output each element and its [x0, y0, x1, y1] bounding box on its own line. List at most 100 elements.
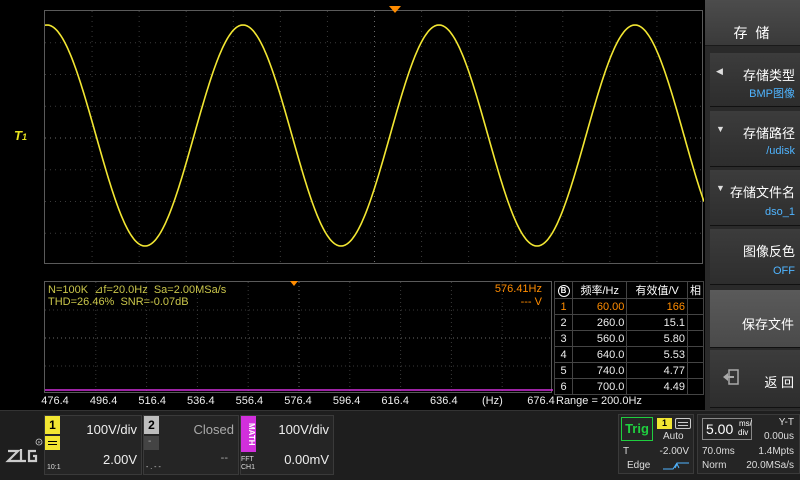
- trigger-level: -2.00V: [659, 446, 689, 457]
- fft-info-line1: N=100K ⊿f=20.0Hz Sa=2.00MSa/s: [48, 284, 227, 296]
- storage-type-value: BMP图像: [749, 88, 795, 100]
- ch1-offset-marker[interactable]: T1: [14, 128, 27, 143]
- harmonic-index: 1: [554, 298, 573, 315]
- ch2-coupling: -: [144, 436, 159, 450]
- file-name-value: dso_1: [765, 206, 795, 218]
- timebase-panel[interactable]: 5.00 ms/ div Y-T 0.00us 70.0ms 1.4Mpts N…: [697, 414, 800, 474]
- trigger-coupling-icon: [675, 418, 691, 429]
- harmonic-row: 6 700.0 4.49: [554, 378, 704, 395]
- fft-axis-tick-label: 596.4: [332, 395, 361, 407]
- harmonic-index: 5: [554, 362, 573, 379]
- timebase-unit-bottom: div: [738, 428, 749, 437]
- ch1-probe: 10:1: [47, 464, 61, 471]
- math-mode: FFT: [241, 456, 254, 463]
- fft-frequency-axis: 476.4 496.4 516.4 536.4 556.4 576.4 596.4 616.4…: [41, 395, 555, 409]
- ch1-number: 1: [45, 416, 60, 434]
- ch2-number: 2: [144, 416, 159, 434]
- harmonic-frequency: 740.0: [571, 362, 628, 379]
- save-file-label: 保存文件: [741, 317, 794, 332]
- save-file-button[interactable]: 保存文件: [710, 290, 800, 348]
- harmonic-row: 3 560.0 5.80: [554, 330, 704, 347]
- menu-item-storage-path[interactable]: ▼ 存储路径 /udisk: [710, 111, 800, 167]
- menu-item-storage-type[interactable]: ◀ 存储类型 BMP图像: [710, 53, 800, 107]
- math-panel[interactable]: MATH FFT CH1 100V/div 0.00mV: [240, 415, 334, 475]
- time-range: 70.0ms: [702, 446, 735, 457]
- sample-rate: 20.0MSa/s: [746, 460, 794, 471]
- menu-title: 存 储: [705, 0, 800, 46]
- harmonic-rms: 166: [626, 298, 688, 315]
- harmonic-frequency: 700.0: [571, 378, 628, 395]
- harmonic-phase: [687, 298, 704, 315]
- back-arrow-icon: [723, 369, 739, 385]
- harmonic-rms: 15.1: [626, 314, 688, 331]
- ch2-panel[interactable]: 2 - - . - - Closed --: [143, 415, 239, 475]
- down-arrow-icon: ▼: [716, 183, 725, 193]
- svg-text:R: R: [38, 440, 41, 445]
- col-rms: 有效值/V: [626, 281, 688, 299]
- col-phase: 相: [687, 281, 704, 299]
- fft-cursor-marker[interactable]: [290, 281, 298, 286]
- waveform-display[interactable]: [44, 10, 704, 265]
- harmonic-row: 5 740.0 4.77: [554, 362, 704, 379]
- storage-menu: 存 储 ◀ 存储类型 BMP图像 ▼ 存储路径 /udisk ▼ 存储文件名 d…: [705, 0, 800, 410]
- harmonic-index: 2: [554, 314, 573, 331]
- harmonic-index: 6: [554, 378, 573, 395]
- trigger-status: Trig: [621, 417, 653, 441]
- harmonic-icon: B: [557, 284, 570, 297]
- trigger-type: Edge: [627, 460, 651, 471]
- fft-axis-tick-label: 636.4: [430, 395, 458, 407]
- fft-axis-tick-label: 676.4: [527, 395, 555, 407]
- ch2-coupling-text: -: [148, 436, 152, 447]
- timebase-scale: 5.00 ms/ div: [702, 418, 752, 440]
- harmonic-icon-cell[interactable]: B: [554, 281, 573, 299]
- invert-value: OFF: [773, 265, 795, 277]
- harmonic-frequency: 260.0: [571, 314, 628, 331]
- timebase-unit-top: ms/: [739, 419, 752, 428]
- ch1-offset: 2.00V: [103, 452, 137, 467]
- harmonic-phase: [687, 314, 704, 331]
- fft-axis-tick-label: 616.4: [381, 395, 409, 407]
- harmonic-table: B 频率/Hz 有效值/V 相 1 60.00 166 2 260.0 15.1 3 560.…: [554, 281, 704, 395]
- fft-cursor-unit: --- V: [520, 296, 542, 308]
- dc-coupling-icon: [45, 436, 60, 450]
- harmonic-rms: 5.53: [626, 346, 688, 363]
- math-source: CH1: [241, 464, 256, 471]
- fft-axis-tick-label: 516.4: [138, 395, 166, 407]
- trigger-panel[interactable]: Trig 1 Auto T -2.00V Edge: [618, 414, 694, 474]
- waveform-grid: [45, 11, 704, 265]
- back-label: 返 回: [764, 375, 794, 390]
- harmonic-rms: 4.77: [626, 362, 688, 379]
- ch1-trace: [45, 24, 704, 247]
- harmonic-phase: [687, 378, 704, 395]
- zlg-logo-icon: R: [5, 438, 43, 463]
- col-frequency: 频率/Hz: [571, 281, 628, 299]
- harmonic-phase: [687, 346, 704, 363]
- acquisition-mode: Norm: [702, 460, 727, 471]
- math-offset: 0.00mV: [284, 452, 329, 467]
- trigger-position-marker[interactable]: [389, 6, 401, 13]
- harmonic-frequency: 640.0: [571, 346, 628, 363]
- file-name-label: 存储文件名: [729, 185, 795, 200]
- fft-axis-tick-label: 496.4: [89, 395, 118, 407]
- timebase-delay: 0.00us: [763, 431, 794, 442]
- storage-type-label: 存储类型: [742, 68, 795, 83]
- fft-axis-tick-label: 536.4: [187, 395, 215, 407]
- fft-axis-tick-label: 476.4: [41, 395, 69, 407]
- trigger-mode: Auto: [663, 431, 684, 442]
- fft-axis-tick-label: 556.4: [235, 395, 264, 407]
- harmonic-phase: [687, 330, 704, 347]
- harmonic-row: 4 640.0 5.53: [554, 346, 704, 363]
- harmonic-rms: 5.80: [626, 330, 688, 347]
- storage-path-value: /udisk: [766, 145, 795, 157]
- trigger-level-icon: T: [14, 128, 22, 143]
- back-button[interactable]: 返 回: [710, 350, 800, 408]
- math-scale: 100V/div: [278, 422, 329, 437]
- menu-item-invert[interactable]: 图像反色 OFF: [710, 229, 800, 285]
- math-label: MATH: [241, 416, 256, 452]
- ch1-panel[interactable]: 1 10:1 100V/div 2.00V: [44, 415, 142, 475]
- trigger-source-badge: 1: [657, 418, 672, 429]
- fft-axis-tick-label: (Hz): [482, 395, 503, 407]
- menu-item-file-name[interactable]: ▼ 存储文件名 dso_1: [710, 170, 800, 226]
- rising-edge-icon: [663, 462, 689, 470]
- harmonic-table-header: B 频率/Hz 有效值/V 相: [554, 281, 704, 299]
